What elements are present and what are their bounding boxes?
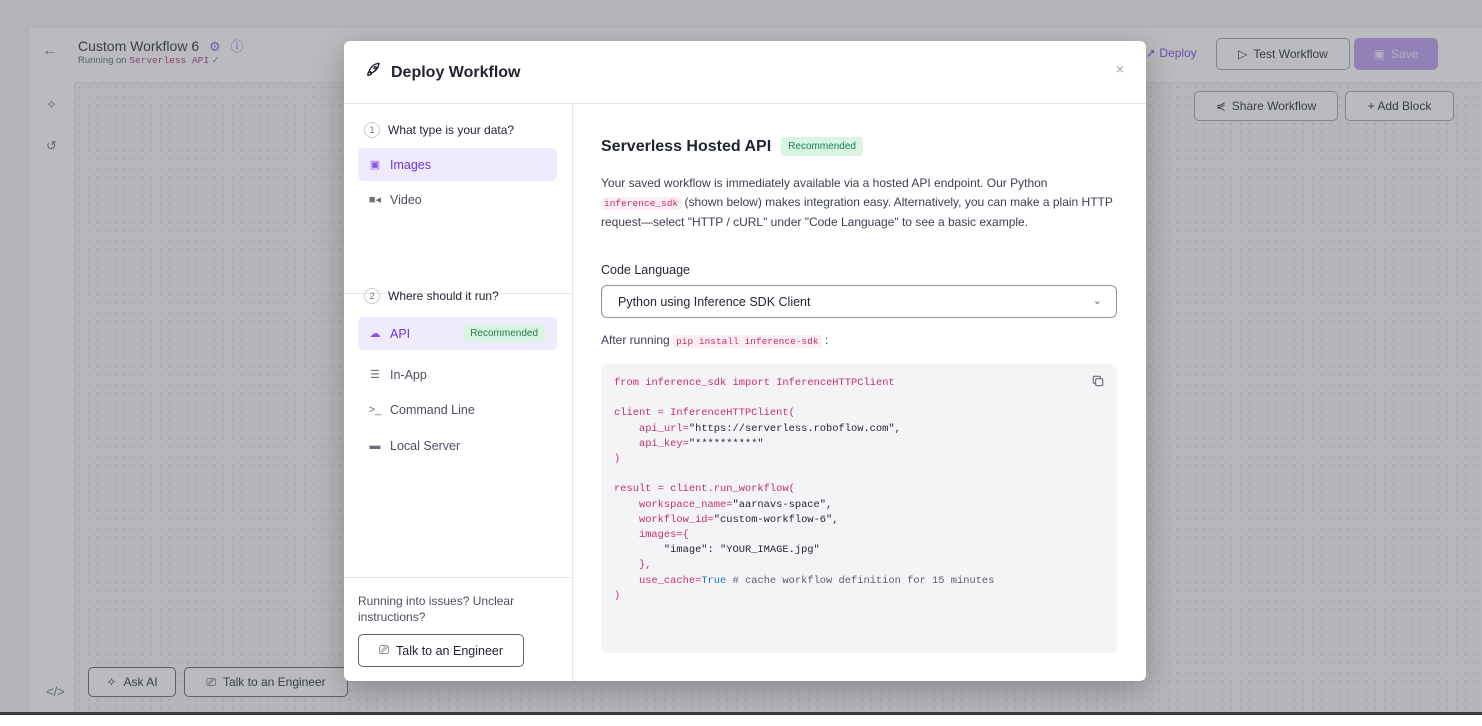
code-token: use_cache=	[638, 574, 702, 587]
code-language-label: Code Language	[601, 263, 690, 277]
code-token: client = InferenceHTTPClient(	[614, 407, 795, 420]
inline-code: inference_sdk	[601, 197, 682, 210]
description: Your saved workflow is immediately avail…	[601, 174, 1121, 232]
cloud-icon: ☁	[369, 328, 381, 340]
code-token: workflow_id=	[638, 513, 714, 526]
step-2-title: Where should it run?	[388, 289, 499, 303]
description-part-1: Your saved workflow is immediately avail…	[601, 176, 1048, 190]
option-command-line[interactable]: >_ Command Line	[358, 393, 557, 426]
code-token: from	[614, 377, 639, 389]
code-token: "aarnavs-space",	[732, 498, 833, 511]
code-token: )	[614, 589, 621, 602]
video-icon: ■◂	[368, 194, 382, 206]
code-token: True	[701, 574, 727, 587]
divider	[344, 577, 572, 578]
section-title: Serverless Hosted API	[601, 137, 772, 155]
install-command: pip install inference-sdk	[673, 335, 822, 348]
step-1-title: What type is your data?	[388, 123, 515, 137]
after-running-suffix: :	[824, 333, 829, 347]
help-text: Running into issues? Unclear instruction…	[358, 594, 515, 624]
video-call-icon: ⎚	[378, 643, 389, 657]
laptop-icon: ▬	[369, 439, 381, 452]
code-token: inference_sdk	[645, 377, 727, 389]
after-running-text: After running pip install inference-sdk …	[601, 333, 829, 348]
talk-to-engineer-button[interactable]: ⎚ Talk to an Engineer	[358, 634, 524, 667]
option-command-line-label: Command Line	[390, 402, 475, 417]
modal-header: Deploy Workflow ×	[344, 41, 1146, 104]
code-token: api_url=	[638, 422, 689, 435]
modal-title: Deploy Workflow	[391, 63, 521, 81]
code-token: InferenceHTTPClient	[776, 377, 895, 389]
code-token: workspace_name=	[638, 498, 733, 511]
code-token: )	[614, 453, 621, 466]
bottom-border	[0, 712, 1482, 715]
after-running-prefix: After running	[601, 333, 670, 347]
option-images-label: Images	[390, 157, 431, 172]
deploy-options-panel: 1 What type is your data? ▣ Images ■◂ Vi…	[344, 104, 573, 681]
code-text: from inference_sdk import InferenceHTTPC…	[614, 376, 994, 604]
step-1-header: 1 What type is your data?	[364, 122, 514, 138]
chevron-down-icon: ⌄	[1092, 295, 1102, 307]
recommended-badge: Recommended	[463, 325, 545, 342]
code-snippet[interactable]: from inference_sdk import InferenceHTTPC…	[601, 364, 1117, 653]
option-api-label: API	[390, 326, 411, 341]
code-token: # cache workflow definition for 15 minut…	[732, 574, 995, 587]
deploy-workflow-modal: Deploy Workflow × 1 What type is your da…	[344, 41, 1146, 681]
option-in-app[interactable]: ☰ In-App	[358, 358, 557, 391]
modal-title-row: Deploy Workflow	[364, 61, 521, 84]
step-1-number: 1	[364, 122, 380, 138]
talk-label: Talk to an Engineer	[396, 643, 504, 658]
option-local-server[interactable]: ▬ Local Server	[358, 429, 557, 462]
option-video[interactable]: ■◂ Video	[358, 183, 557, 216]
code-token: result = client.run_workflow(	[614, 483, 795, 496]
option-local-server-label: Local Server	[390, 438, 461, 453]
deploy-details-panel: Serverless Hosted API Recommended Your s…	[573, 104, 1146, 681]
section-title-row: Serverless Hosted API Recommended	[601, 137, 863, 156]
code-token: api_key=	[638, 437, 689, 450]
step-2-header: 2 Where should it run?	[364, 288, 499, 304]
code-token: "custom-workflow-6",	[713, 513, 839, 526]
recommended-badge: Recommended	[781, 137, 863, 156]
image-icon: ▣	[369, 159, 381, 171]
app-icon: ☰	[370, 369, 380, 381]
code-token: "image": "YOUR_IMAGE.jpg"	[663, 544, 820, 557]
option-in-app-label: In-App	[390, 367, 427, 382]
rocket-icon	[364, 61, 382, 84]
option-api[interactable]: ☁ API Recommended	[358, 317, 557, 350]
code-token: },	[638, 559, 652, 572]
code-token: import	[732, 377, 770, 389]
copy-icon[interactable]	[1091, 374, 1105, 388]
option-video-label: Video	[390, 192, 422, 207]
code-token: images={	[638, 529, 689, 542]
close-icon[interactable]: ×	[1116, 61, 1124, 77]
terminal-icon: >_	[368, 403, 382, 416]
code-language-select[interactable]: Python using Inference SDK Client ⌄	[601, 285, 1117, 318]
code-token: "**********"	[688, 437, 764, 450]
code-language-value: Python using Inference SDK Client	[618, 294, 811, 309]
code-token: "https://serverless.roboflow.com",	[688, 422, 901, 435]
step-2-number: 2	[364, 288, 380, 304]
option-images[interactable]: ▣ Images	[358, 148, 557, 181]
